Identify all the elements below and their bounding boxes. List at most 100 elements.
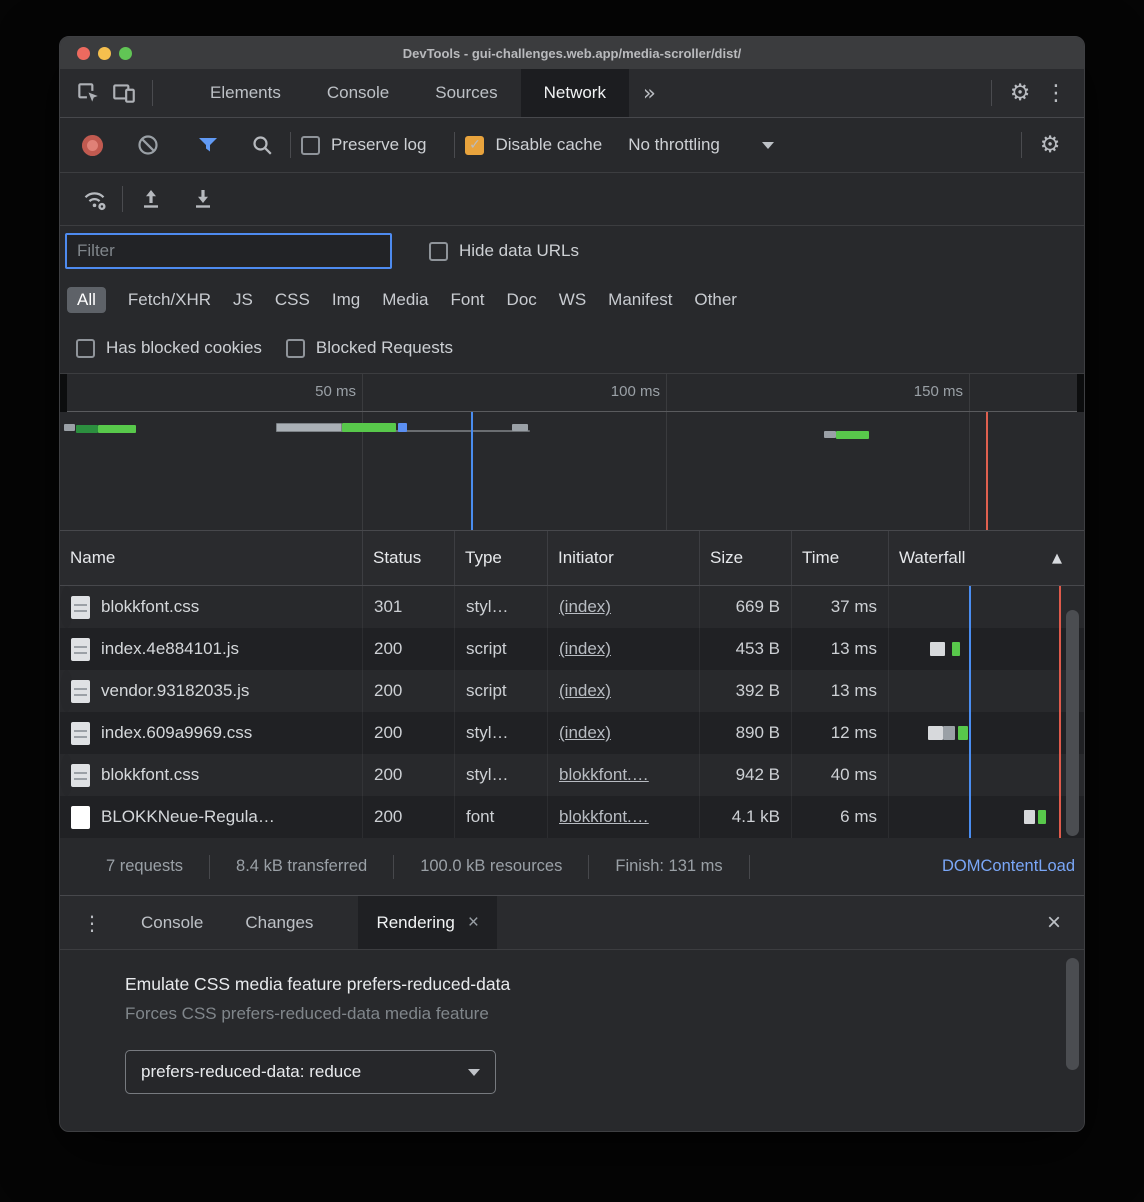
column-header-initiator[interactable]: Initiator [547,531,699,585]
request-status: 200 [362,670,454,712]
filter-css[interactable]: CSS [275,290,310,310]
request-initiator-link[interactable]: (index) [559,639,611,659]
filter-manifest[interactable]: Manifest [608,290,672,310]
request-initiator-link[interactable]: (index) [559,723,611,743]
divider [454,132,455,158]
column-header-time[interactable]: Time [791,531,888,585]
inspect-element-icon[interactable] [70,75,106,111]
tab-sources[interactable]: Sources [412,69,520,117]
request-status: 200 [362,712,454,754]
select-caret-icon [468,1069,480,1076]
more-tabs-icon[interactable]: » [643,81,656,105]
request-waterfall [888,670,900,712]
table-row[interactable]: blokkfont.css 200 styl… blokkfont.… 942 … [60,754,73,796]
overview-bar [98,425,136,433]
network-conditions-icon[interactable] [76,181,112,217]
filter-other[interactable]: Other [694,290,737,310]
throttling-caret-icon[interactable] [762,142,774,149]
table-row[interactable]: blokkfont.css 301 styl… (index) 669 B 37… [60,586,73,628]
request-initiator-link[interactable]: blokkfont.… [559,807,649,827]
divider [991,80,992,106]
overview-left-handle[interactable] [60,374,67,412]
file-icon [71,596,90,619]
tab-console[interactable]: Console [304,69,412,117]
tick-50ms: 50 ms [315,383,356,400]
column-header-type[interactable]: Type [454,531,547,585]
throttling-select[interactable]: No throttling [628,135,720,155]
disable-cache-checkbox[interactable]: ✓ [465,136,484,155]
drawer-tab-rendering[interactable]: Rendering × [358,896,497,949]
request-waterfall [888,586,900,628]
tab-network[interactable]: Network [521,69,629,117]
table-row[interactable]: BLOKKNeue-Regula… 200 font blokkfont.… 4… [60,796,1084,838]
request-name: blokkfont.css [101,597,199,617]
device-toolbar-icon[interactable] [106,75,142,111]
prefers-reduced-data-value: prefers-reduced-data: reduce [141,1062,361,1082]
request-size: 4.1 kB [699,796,791,838]
column-header-size[interactable]: Size [699,531,791,585]
drawer-tab-console[interactable]: Console [120,896,224,949]
disable-cache-label: Disable cache [495,135,602,155]
drawer-scrollbar-thumb[interactable] [1066,958,1079,1070]
drawer-tab-changes[interactable]: Changes [224,896,334,949]
filter-fetch-xhr[interactable]: Fetch/XHR [128,290,211,310]
drawer-menu-kebab-icon[interactable]: ⋮ [60,911,120,935]
network-settings-gear-icon[interactable]: ⚙ [1032,127,1068,163]
filter-funnel-icon[interactable] [190,127,226,163]
main-menu-kebab-icon[interactable]: ⋮ [1038,75,1074,111]
request-waterfall [888,796,1084,838]
request-status: 200 [362,796,454,838]
close-drawer-icon[interactable]: × [1047,909,1084,937]
waterfall-segment [958,726,968,740]
clear-network-log-icon[interactable] [130,127,166,163]
divider [122,186,123,212]
request-initiator-link[interactable]: blokkfont.… [559,765,649,785]
filter-ws[interactable]: WS [559,290,586,310]
request-status: 200 [362,754,454,796]
import-har-icon[interactable] [133,181,169,217]
filter-img[interactable]: Img [332,290,360,310]
column-header-waterfall[interactable]: Waterfall ▲ [888,531,1084,585]
filter-all[interactable]: All [67,287,106,313]
request-time: 13 ms [791,628,888,670]
column-header-status[interactable]: Status [362,531,454,585]
blocked-requests-checkbox[interactable] [286,339,305,358]
has-blocked-cookies-checkbox[interactable] [76,339,95,358]
column-header-name[interactable]: Name [60,531,362,585]
request-name: blokkfont.css [101,765,199,785]
divider [152,80,153,106]
close-tab-icon[interactable]: × [468,912,479,934]
has-blocked-cookies-group: Has blocked cookies [76,338,286,358]
overview-right-handle[interactable] [1077,374,1084,412]
prefers-reduced-data-select[interactable]: prefers-reduced-data: reduce [125,1050,496,1094]
request-type: script [454,670,547,712]
preserve-log-checkbox[interactable] [301,136,320,155]
request-size: 392 B [699,670,791,712]
filter-doc[interactable]: Doc [507,290,537,310]
request-type: script [454,628,547,670]
request-type: font [454,796,547,838]
overview-bar [76,425,98,433]
tab-elements[interactable]: Elements [187,69,304,117]
filter-media[interactable]: Media [382,290,428,310]
filter-input[interactable] [65,233,392,269]
hide-data-urls-checkbox[interactable] [429,242,448,261]
file-icon [71,638,90,661]
summary-resources: 100.0 kB resources [394,857,588,876]
filter-font[interactable]: Font [451,290,485,310]
settings-gear-icon[interactable]: ⚙ [1002,75,1038,111]
record-network-log-icon[interactable] [82,135,103,156]
table-scrollbar-thumb[interactable] [1066,610,1079,836]
request-initiator-link[interactable]: (index) [559,597,611,617]
table-row[interactable]: vendor.93182035.js 200 script (index) 39… [60,670,73,712]
search-icon[interactable] [244,127,280,163]
filter-js[interactable]: JS [233,290,253,310]
load-event-line [986,412,988,530]
export-har-icon[interactable] [185,181,221,217]
table-row[interactable]: index.609a9969.css 200 styl… (index) 890… [60,712,1084,754]
request-initiator-link[interactable]: (index) [559,681,611,701]
toolbar-right: ⚙ ⋮ [981,75,1074,111]
table-row[interactable]: index.4e884101.js 200 script (index) 453… [60,628,1084,670]
overview-bar [342,423,396,432]
network-overview-timeline[interactable]: 50 ms 100 ms 150 ms [60,374,1084,531]
